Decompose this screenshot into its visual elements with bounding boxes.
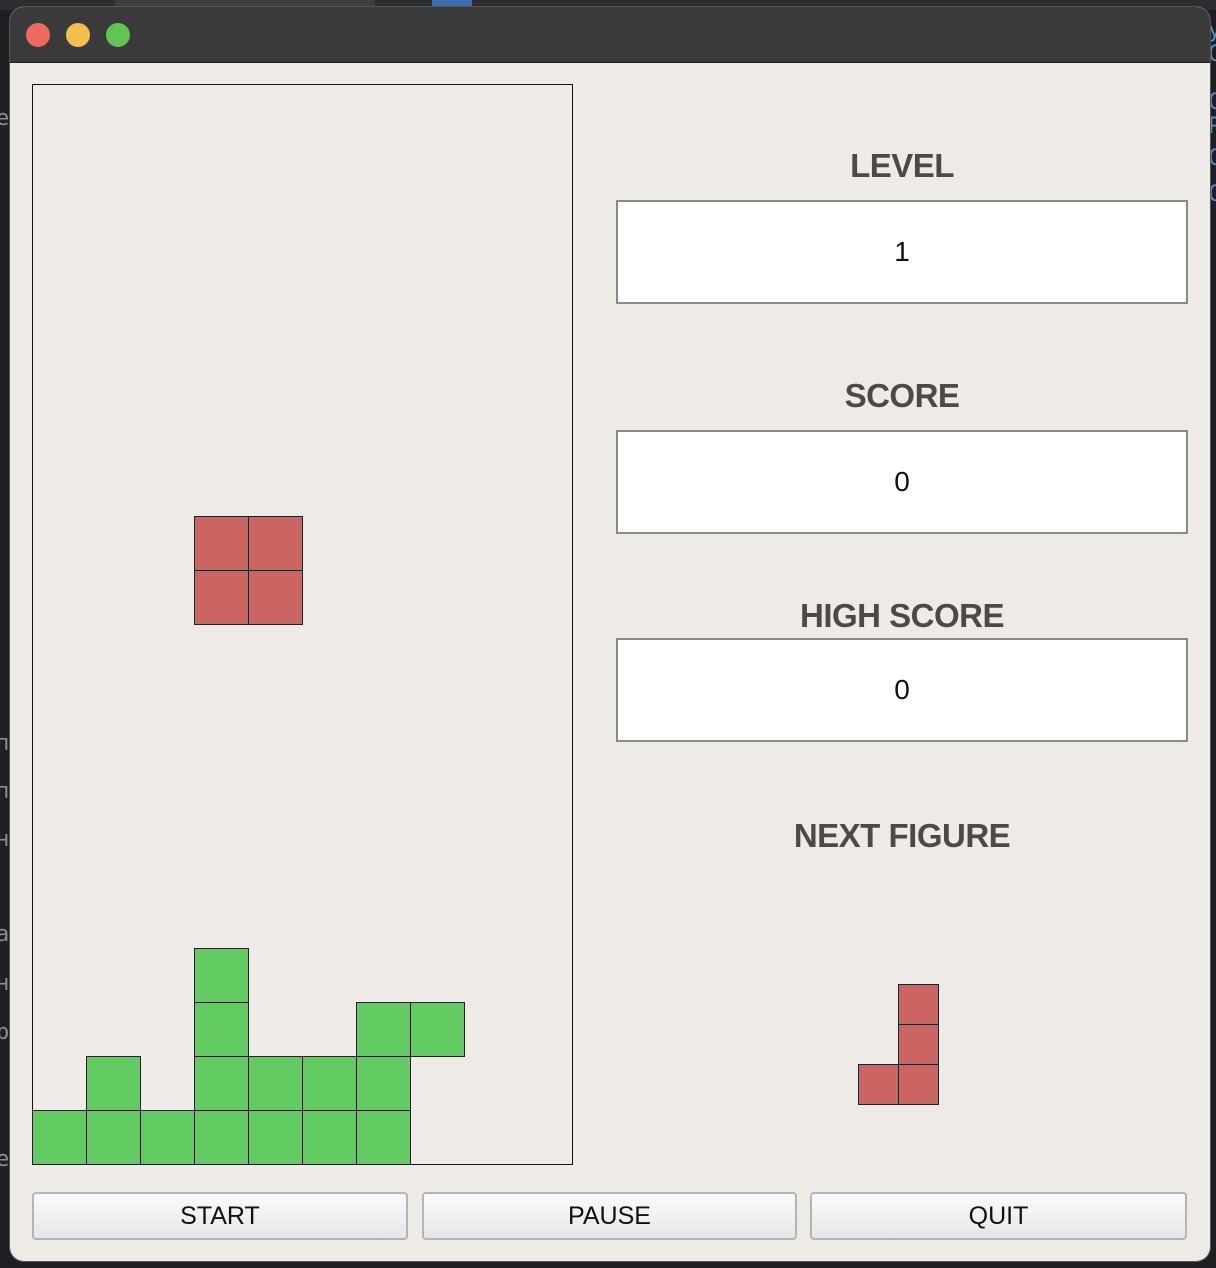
- locked-block: [86, 1110, 141, 1165]
- background-text: н: [0, 971, 10, 996]
- locked-block: [356, 1056, 411, 1111]
- locked-block: [32, 1110, 87, 1165]
- locked-block: [410, 1002, 465, 1057]
- high-score-value: 0: [894, 674, 910, 705]
- next-figure-block: [898, 1024, 939, 1065]
- score-value: 0: [894, 466, 910, 497]
- background-text: п: [0, 779, 10, 804]
- locked-block: [194, 948, 249, 1003]
- background-text: н: [0, 827, 10, 852]
- level-value-box: 1: [616, 200, 1188, 304]
- background-text: а: [0, 922, 10, 947]
- game-board[interactable]: [32, 84, 573, 1165]
- high-score-value-box: 0: [616, 638, 1188, 742]
- background-text: р: [0, 1020, 10, 1045]
- locked-block: [248, 1056, 303, 1111]
- active-piece-block: [194, 516, 249, 571]
- next-figure-block: [858, 1064, 899, 1105]
- locked-block: [302, 1110, 357, 1165]
- locked-block: [356, 1002, 411, 1057]
- locked-block: [194, 1002, 249, 1057]
- locked-block: [194, 1056, 249, 1111]
- next-figure-label: NEXT FIGURE: [793, 817, 1011, 854]
- score-label: SCORE: [844, 377, 960, 414]
- high-score-label: HIGH SCORE: [799, 597, 1005, 634]
- active-piece-block: [194, 570, 249, 625]
- locked-block: [248, 1110, 303, 1165]
- window-titlebar[interactable]: [10, 7, 1210, 63]
- minimize-window-button[interactable]: [66, 23, 90, 47]
- pause-button[interactable]: PAUSE: [422, 1192, 797, 1240]
- locked-block: [302, 1056, 357, 1111]
- quit-button[interactable]: QUIT: [810, 1192, 1187, 1240]
- active-piece-block: [248, 516, 303, 571]
- tetris-window: LEVEL 1 SCORE 0 HIGH SCORE 0 NEXT FIGURE…: [10, 7, 1210, 1261]
- maximize-window-button[interactable]: [106, 23, 130, 47]
- next-figure-block: [898, 984, 939, 1025]
- background-text: е: [0, 106, 10, 131]
- locked-block: [140, 1110, 195, 1165]
- score-value-box: 0: [616, 430, 1188, 534]
- start-button[interactable]: START: [32, 1192, 408, 1240]
- next-figure-preview: [858, 984, 940, 1106]
- level-label: LEVEL: [850, 147, 954, 184]
- close-window-button[interactable]: [26, 23, 50, 47]
- locked-block: [86, 1056, 141, 1111]
- next-figure-block: [898, 1064, 939, 1105]
- level-value: 1: [894, 236, 910, 267]
- locked-block: [194, 1110, 249, 1165]
- background-text: е: [0, 1147, 10, 1172]
- locked-block: [356, 1110, 411, 1165]
- background-text: п: [0, 731, 10, 756]
- active-piece-block: [248, 570, 303, 625]
